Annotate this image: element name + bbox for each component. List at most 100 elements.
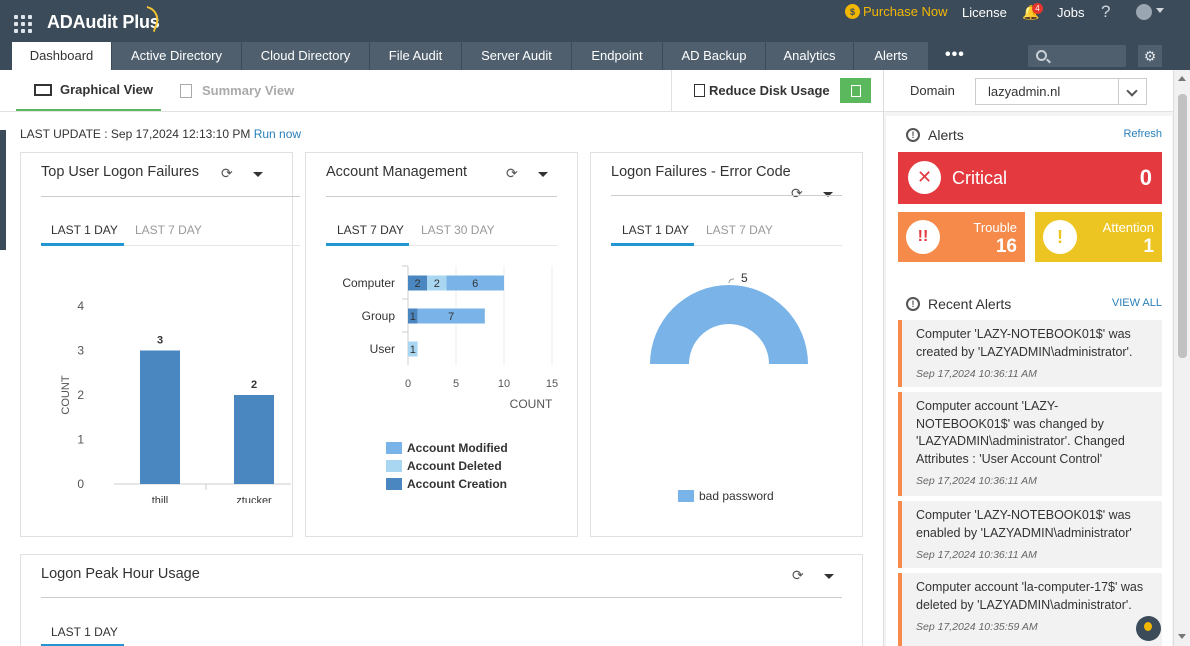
refresh-icon[interactable]: ⟳ [792, 567, 804, 584]
user-menu-caret-icon[interactable] [1156, 8, 1164, 13]
side-drawer-handle[interactable] [0, 130, 6, 250]
tab-last-1-day[interactable]: LAST 1 DAY [622, 223, 689, 237]
bar [234, 395, 274, 484]
data-label: 6 [472, 278, 478, 290]
reduce-disk-usage-button[interactable]: Reduce Disk Usage [671, 70, 831, 111]
tab-last-7-day[interactable]: LAST 7 DAY [135, 223, 202, 237]
tab-last-1-day[interactable]: LAST 1 DAY [51, 625, 118, 639]
alert-time: Sep 17,2024 10:36:11 AM [916, 475, 1037, 487]
scroll-thumb[interactable] [1178, 94, 1187, 358]
scroll-up-icon[interactable] [1178, 76, 1186, 81]
close-circle-icon: ✕ [908, 161, 941, 194]
last-update-status: LAST UPDATE : Sep 17,2024 12:13:10 PM Ru… [20, 127, 301, 141]
refresh-icon[interactable]: ⟳ [221, 165, 233, 182]
exclamation-icon: ! [1043, 220, 1077, 254]
widget-top-user-logon-failures: Top User Logon Failures ⟳ LAST 1 DAY LAS… [20, 152, 300, 537]
y-tick-label: 2 [77, 388, 84, 402]
tab-last-7-day[interactable]: LAST 7 DAY [706, 223, 773, 237]
tab-last-30-day[interactable]: LAST 30 DAY [421, 223, 495, 237]
alert-item[interactable]: Computer account 'la-computer-17$' was d… [898, 573, 1162, 646]
widget-menu-caret-icon[interactable] [824, 574, 834, 579]
recent-alerts-title: Recent Alerts [928, 296, 1012, 312]
alert-item[interactable]: Computer account 'LAZY-NOTEBOOK01$' was … [898, 392, 1162, 496]
tab-last-7-day[interactable]: LAST 7 DAY [337, 223, 404, 237]
widget-title: Logon Failures - Error Code [611, 164, 791, 180]
alert-item[interactable]: Computer 'LAZY-NOTEBOOK01$' was enabled … [898, 501, 1162, 568]
legend-label: Account Deleted [407, 459, 502, 473]
x-tick-label: 15 [546, 378, 558, 390]
x-tick-label: 5 [453, 378, 459, 390]
widget-logon-peak-hour-usage: Logon Peak Hour Usage ⟳ LAST 1 DAY [20, 554, 863, 646]
y-tick-label: Group [362, 309, 396, 323]
trouble-count: 16 [995, 236, 1017, 257]
alert-text: Computer 'LAZY-NOTEBOOK01$' was enabled … [916, 508, 1132, 540]
data-label: 7 [448, 311, 454, 323]
legend-swatch [386, 478, 402, 490]
chat-support-icon[interactable] [1136, 616, 1161, 641]
alerts-heading: ! Alerts [906, 127, 964, 143]
settings-gear-icon[interactable]: ⚙ [1138, 45, 1162, 67]
data-label: 2 [415, 278, 421, 290]
chart-icon [34, 83, 52, 96]
tab-endpoint[interactable]: Endpoint [572, 42, 663, 70]
alerts-refresh-link[interactable]: Refresh [1123, 128, 1162, 140]
add-widget-button[interactable] [840, 78, 871, 103]
run-now-link[interactable]: Run now [254, 127, 301, 141]
summary-view-tab[interactable]: Summary View [180, 70, 294, 111]
domain-select[interactable]: lazyadmin.nl [975, 78, 1147, 105]
page-scrollbar[interactable] [1173, 70, 1190, 646]
apps-grid-icon[interactable] [14, 15, 32, 33]
y-axis-label: COUNT [60, 375, 72, 414]
data-label: 5 [741, 271, 748, 285]
error-code-donut-chart: 5 bad password [650, 271, 808, 503]
y-tick-label: 4 [77, 299, 84, 313]
domain-value: lazyadmin.nl [988, 84, 1061, 99]
tab-last-1-day[interactable]: LAST 1 DAY [51, 223, 118, 237]
tab-cloud-directory[interactable]: Cloud Directory [242, 42, 370, 70]
license-link[interactable]: License [962, 5, 1007, 20]
data-label: 3 [157, 335, 163, 347]
recent-alerts-heading: ! Recent Alerts [906, 296, 1011, 312]
account-management-bar-chart: 0 5 10 15 Computer 2 2 6 Group 1 7 User 1 COUNT Accoun… [342, 265, 558, 491]
alert-text: Computer account 'LAZY-NOTEBOOK01$' was … [916, 399, 1125, 466]
logon-failures-bar-chart: 01234COUNT3thill2ztuckerUser Name [60, 299, 291, 503]
widget-menu-caret-icon[interactable] [253, 172, 263, 177]
purchase-now-link[interactable]: $ Purchase Now [845, 4, 948, 19]
legend-swatch [678, 490, 694, 502]
widget-title: Account Management [326, 164, 468, 180]
critical-alerts-tile[interactable]: ✕ Critical 0 [898, 152, 1162, 204]
right-panel: Domain lazyadmin.nl ! Alerts Refresh ✕ C… [883, 70, 1174, 646]
tab-analytics[interactable]: Analytics [766, 42, 854, 70]
attention-alerts-tile[interactable]: ! Attention 1 [1035, 212, 1162, 262]
refresh-icon[interactable]: ⟳ [506, 165, 518, 182]
tab-dashboard[interactable]: Dashboard [12, 42, 112, 70]
critical-label: Critical [952, 168, 1008, 188]
help-icon[interactable]: ? [1101, 2, 1110, 22]
tab-server-audit[interactable]: Server Audit [462, 42, 572, 70]
graphical-view-tab[interactable]: Graphical View [16, 70, 161, 111]
notification-badge: 4 [1032, 3, 1043, 14]
cart-icon: $ [845, 4, 860, 19]
widget-menu-caret-icon[interactable] [538, 172, 548, 177]
x-tick-label: 0 [405, 378, 411, 390]
legend-swatch [386, 460, 402, 472]
alert-item[interactable]: Computer 'LAZY-NOTEBOOK01$' was created … [898, 320, 1162, 387]
tab-active-directory[interactable]: Active Directory [112, 42, 242, 70]
jobs-link[interactable]: Jobs [1057, 5, 1084, 20]
trouble-alerts-tile[interactable]: !! Trouble 16 [898, 212, 1025, 262]
reduce-disk-usage-label: Reduce Disk Usage [709, 83, 830, 98]
active-tab-indicator [41, 243, 124, 246]
legend-label: Account Modified [407, 441, 508, 455]
more-tabs-icon[interactable]: ••• [945, 46, 965, 64]
scroll-down-icon[interactable] [1178, 634, 1186, 639]
chevron-down-icon[interactable] [1118, 79, 1146, 104]
refresh-icon[interactable]: ⟳ [791, 185, 803, 202]
view-all-link[interactable]: VIEW ALL [1112, 297, 1162, 309]
active-tab-indicator [326, 243, 409, 246]
user-avatar-icon[interactable] [1136, 4, 1152, 20]
tab-file-audit[interactable]: File Audit [370, 42, 462, 70]
legend-label: bad password [699, 489, 774, 503]
tab-alerts[interactable]: Alerts [854, 42, 929, 70]
summary-view-label: Summary View [202, 83, 295, 98]
tab-ad-backup[interactable]: AD Backup [663, 42, 766, 70]
